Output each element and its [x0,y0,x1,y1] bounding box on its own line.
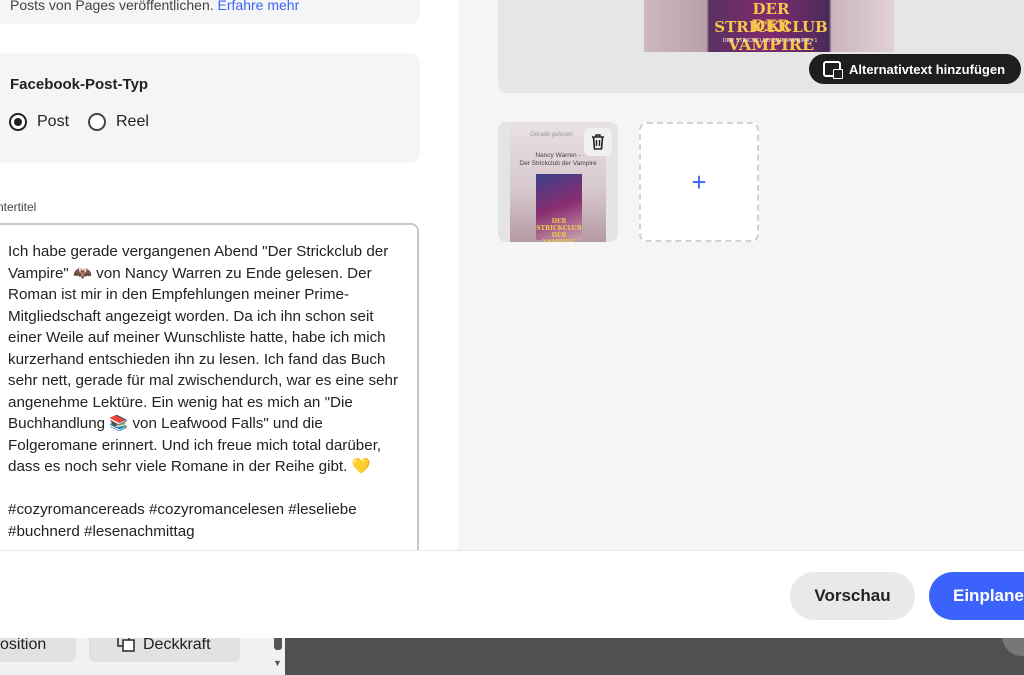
radio-reel[interactable]: Reel [88,113,149,131]
trash-icon [592,134,604,150]
preview-button[interactable]: Vorschau [790,572,915,620]
post-type-card: Facebook-Post-Typ Post Reel [0,53,420,163]
add-media-button[interactable]: + [639,122,759,242]
plus-icon: + [691,166,707,197]
thumbnail-brand: Gerade gelesen [530,132,573,138]
caption-label: ntertitel [0,200,37,214]
delete-media-button[interactable] [584,128,612,156]
preview-image: DER STRICKCLUB DER VAMPIRE DER STRICKCLU… [644,0,894,54]
thumbnail-book-cover: DER STRICKCLUB DER VAMPIRE [536,174,582,242]
radio-post[interactable]: Post [9,113,69,131]
info-text: Posts von Pages veröffentlichen. Erfahre… [10,0,299,13]
background-opacity-label: Deckkraft [143,636,211,653]
post-settings-column: Posts von Pages veröffentlichen. Erfahre… [0,0,458,563]
media-thumbnail[interactable]: Gerade gelesen Nancy Warren - Der Strick… [498,122,618,242]
dialog-footer: Vorschau Einplanen [0,550,1024,638]
add-alt-text-label: Alternativtext hinzufügen [849,61,1006,77]
radio-post-label: Post [37,113,70,130]
learn-more-link[interactable]: Erfahre mehr [218,0,300,13]
radio-reel-indicator[interactable] [88,113,106,131]
chevron-down-icon: ▼ [273,658,282,668]
thumbnail-cover-title: DER STRICKCLUB DER VAMPIRE [536,218,582,242]
radio-reel-label: Reel [116,113,149,130]
create-post-dialog: Posts von Pages veröffentlichen. Erfahre… [0,0,1024,638]
info-message: Posts von Pages veröffentlichen. [10,0,214,13]
info-card: Posts von Pages veröffentlichen. Erfahre… [0,0,420,24]
caption-text[interactable]: Ich habe gerade vergangenen Abend "Der S… [8,241,406,542]
post-type-title: Facebook-Post-Typ [10,76,149,93]
schedule-button[interactable]: Einplanen [929,572,1024,620]
add-alt-text-button[interactable]: Alternativtext hinzufügen [809,54,1021,84]
alt-text-icon [823,61,843,79]
preview-subtitle: DER STRICKCLUB DER VAMPIRE · 1 [722,38,818,44]
caption-textarea[interactable]: Ich habe gerade vergangenen Abend "Der S… [0,223,419,563]
radio-post-indicator[interactable] [9,113,27,131]
preview-title-line2: DER VAMPIRE [727,16,815,54]
background-position-label: osition [0,636,47,653]
background-scrollbar: ▼ [271,636,285,675]
media-column: DER STRICKCLUB DER VAMPIRE DER STRICKCLU… [458,0,1024,550]
